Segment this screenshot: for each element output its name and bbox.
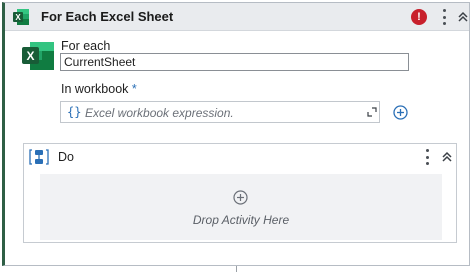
drop-activity-text: Drop Activity Here xyxy=(192,213,290,227)
more-options-icon[interactable] xyxy=(441,9,447,25)
in-workbook-label: In workbook * xyxy=(61,82,137,96)
for-each-input[interactable]: CurrentSheet xyxy=(60,53,409,71)
activity-header[interactable]: X For Each Excel Sheet ! xyxy=(5,3,469,31)
activity-title: For Each Excel Sheet xyxy=(41,9,174,24)
error-icon[interactable]: ! xyxy=(411,9,427,25)
add-variable-icon[interactable] xyxy=(393,105,408,120)
expression-braces-icon[interactable]: {} xyxy=(67,105,81,119)
for-each-excel-sheet-activity[interactable]: X For Each Excel Sheet ! X For each Curr… xyxy=(2,2,470,266)
required-marker: * xyxy=(131,82,137,96)
collapse-icon[interactable] xyxy=(440,150,454,164)
more-options-icon[interactable] xyxy=(424,149,430,165)
do-sequence[interactable]: Do Drop Activity Here xyxy=(23,143,457,243)
workbook-expression-input[interactable]: {} Excel workbook expression. xyxy=(60,101,380,123)
excel-icon: X xyxy=(13,9,29,25)
connector-line xyxy=(236,266,237,272)
do-title: Do xyxy=(58,150,74,164)
sequence-icon xyxy=(29,149,49,165)
do-header[interactable]: Do xyxy=(24,144,456,168)
add-activity-icon[interactable] xyxy=(233,190,248,205)
excel-icon: X xyxy=(22,42,54,70)
collapse-icon[interactable] xyxy=(456,10,470,24)
svg-text:X: X xyxy=(15,13,21,22)
in-workbook-label-text: In workbook xyxy=(61,82,129,96)
expand-editor-icon[interactable] xyxy=(367,107,377,117)
drop-activity-zone[interactable]: Drop Activity Here xyxy=(40,174,442,240)
workbook-placeholder: Excel workbook expression. xyxy=(85,106,234,120)
svg-text:X: X xyxy=(26,49,34,63)
for-each-label: For each xyxy=(61,39,111,53)
